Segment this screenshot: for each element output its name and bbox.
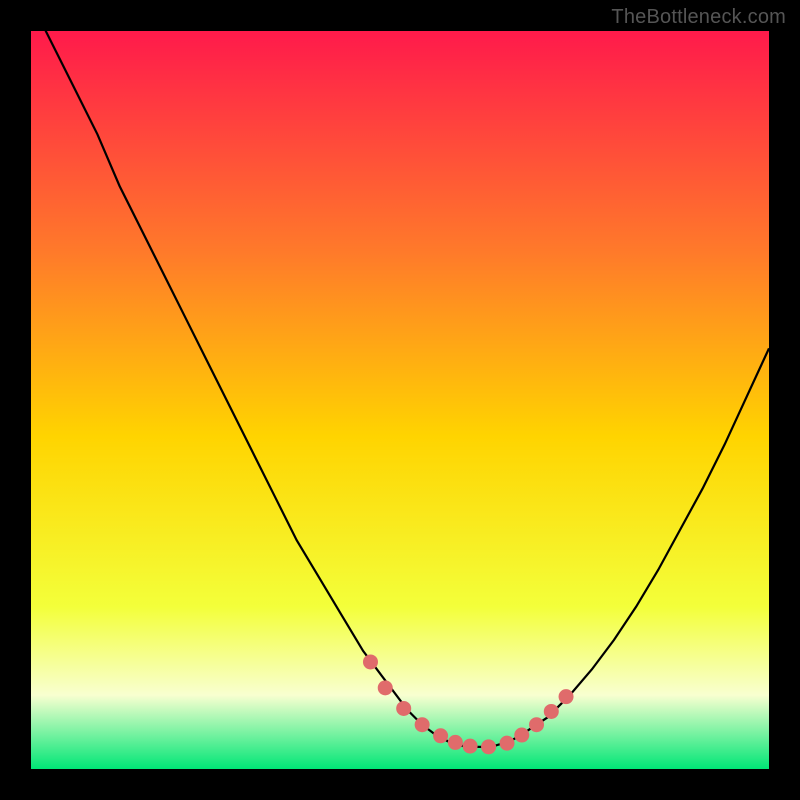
sample-dot [514,728,529,743]
sample-dot [363,654,378,669]
sample-dot [415,717,430,732]
gradient-background [31,31,769,769]
sample-dot [463,739,478,754]
chart-svg [31,31,769,769]
sample-dot [481,739,496,754]
sample-dot [544,704,559,719]
sample-dot [529,717,544,732]
sample-dot [559,689,574,704]
watermark-text: TheBottleneck.com [611,6,786,29]
sample-dot [433,728,448,743]
sample-dot [378,680,393,695]
chart-frame: TheBottleneck.com [0,0,800,800]
sample-dot [500,736,515,751]
sample-dot [396,701,411,716]
plot-area [31,31,769,769]
sample-dot [448,735,463,750]
